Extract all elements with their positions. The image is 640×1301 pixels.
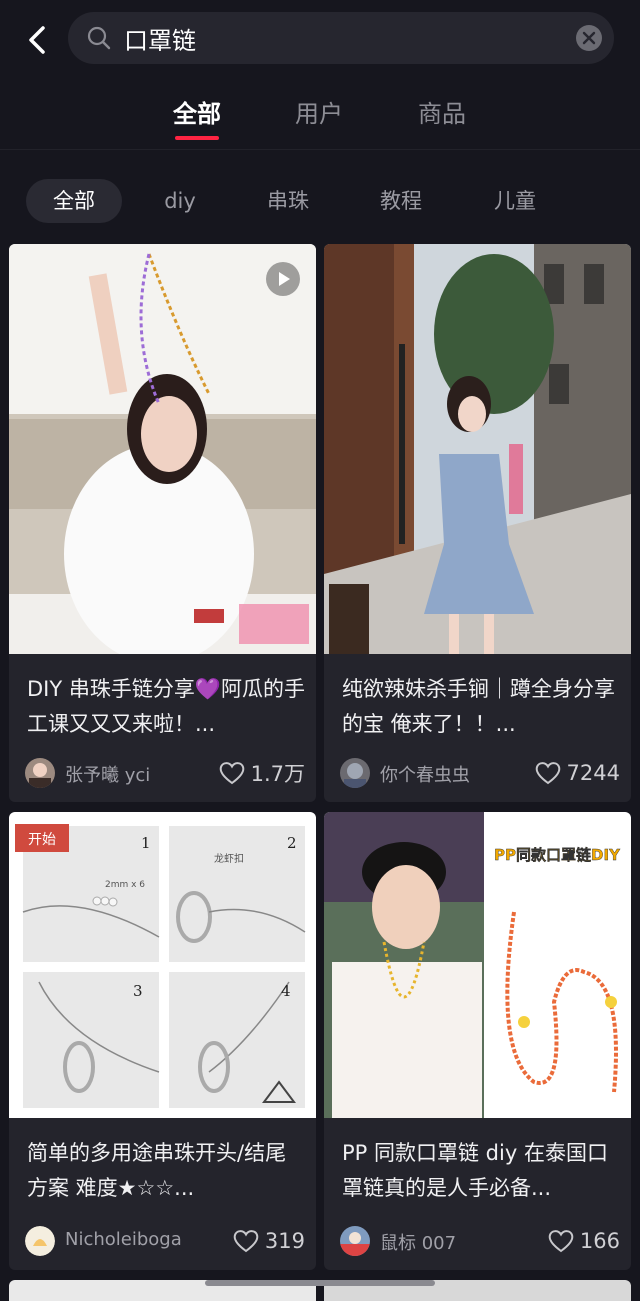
tab-label: 用户: [295, 100, 343, 128]
like-button[interactable]: 166: [548, 1227, 620, 1255]
step-number: 1: [141, 834, 151, 852]
post-card[interactable]: 纯欲辣妹杀手锏｜蹲全身分享的宝 俺来了！！... 你个春虫虫 7244: [324, 244, 631, 802]
avatar[interactable]: [25, 1226, 55, 1256]
like-button[interactable]: 1.7万: [219, 759, 305, 787]
tab-users[interactable]: 用户: [269, 94, 369, 129]
post-card[interactable]: 开始 1 2 3 4 2mm x 6 龙虾扣 简单的多用途串珠开头/结尾方案 难…: [9, 812, 316, 1270]
filter-chip-beads[interactable]: 串珠: [252, 179, 324, 223]
image-note: 2mm x 6: [105, 880, 145, 890]
step-number: 3: [133, 982, 143, 1000]
active-tab-indicator: [175, 136, 219, 140]
post-card[interactable]: DIY 串珠手链分享💜阿瓜的手工课又又又来啦！... 张予曦 yci 1.7万: [9, 244, 316, 802]
heart-icon: [219, 762, 244, 785]
like-count: 166: [579, 1229, 620, 1253]
heart-icon: [233, 1230, 259, 1253]
heart-icon: [535, 762, 560, 785]
post-meta: 鼠标 007 166: [340, 1226, 620, 1256]
author-name[interactable]: 张予曦 yci: [65, 761, 150, 787]
search-input[interactable]: [124, 20, 544, 56]
image-note: 龙虾扣: [214, 852, 244, 865]
post-title: 简单的多用途串珠开头/结尾方案 难度★☆☆...: [27, 1141, 287, 1200]
post-cover-image: PP同款口罩链DIY: [324, 812, 631, 1118]
like-button[interactable]: 7244: [535, 759, 620, 787]
filter-chip-all[interactable]: 全部: [26, 179, 122, 223]
post-card[interactable]: PP同款口罩链DIY PP 同款口罩链 diy 在泰国口罩链真的是人手必备...…: [324, 812, 631, 1270]
like-count: 1.7万: [250, 762, 305, 786]
avatar[interactable]: [340, 758, 370, 788]
like-count: 7244: [566, 761, 620, 785]
like-button[interactable]: 319: [233, 1227, 305, 1255]
step-number: 2: [287, 834, 297, 852]
like-count: 319: [264, 1229, 305, 1253]
author-name[interactable]: 鼠标 007: [380, 1229, 456, 1255]
step-number: 4: [281, 982, 291, 1000]
image-banner-text: PP同款口罩链DIY: [494, 846, 621, 864]
post-meta: 张予曦 yci 1.7万: [25, 758, 305, 788]
clear-icon[interactable]: [576, 25, 602, 51]
home-indicator: [205, 1280, 435, 1286]
post-meta: Nicholeiboga 319: [25, 1226, 305, 1256]
badge-text: 开始: [28, 832, 56, 848]
heart-icon: [548, 1230, 574, 1253]
post-title: DIY 串珠手链分享💜阿瓜的手工课又又又来啦！...: [27, 677, 306, 736]
post-cover-image: 开始 1 2 3 4 2mm x 6 龙虾扣: [9, 812, 316, 1118]
post-cover-image: [9, 244, 316, 654]
filter-chip-diy[interactable]: diy: [145, 179, 215, 223]
search-icon: [86, 25, 112, 51]
result-tabs: 全部 用户 商品: [0, 80, 640, 150]
top-bar: [0, 0, 640, 80]
tab-label: 全部: [173, 100, 221, 128]
avatar[interactable]: [25, 758, 55, 788]
search-bar[interactable]: [68, 12, 614, 64]
post-title: PP 同款口罩链 diy 在泰国口罩链真的是人手必备...: [342, 1141, 608, 1200]
post-meta: 你个春虫虫 7244: [340, 758, 620, 788]
video-play-icon: [266, 262, 300, 296]
author-name[interactable]: 你个春虫虫: [380, 761, 470, 787]
tab-label: 商品: [418, 100, 466, 128]
post-title: 纯欲辣妹杀手锏｜蹲全身分享的宝 俺来了！！...: [342, 677, 615, 736]
filter-chip-tutorial[interactable]: 教程: [365, 179, 437, 223]
avatar[interactable]: [340, 1226, 370, 1256]
filter-chips: 全部 diy 串珠 教程 儿童: [0, 151, 640, 241]
tab-products[interactable]: 商品: [392, 94, 492, 129]
tab-all[interactable]: 全部: [147, 94, 247, 140]
post-cover-image: [324, 244, 631, 654]
filter-chip-kids[interactable]: 儿童: [479, 179, 551, 223]
back-icon[interactable]: [18, 20, 58, 60]
author-name[interactable]: Nicholeiboga: [65, 1229, 182, 1250]
